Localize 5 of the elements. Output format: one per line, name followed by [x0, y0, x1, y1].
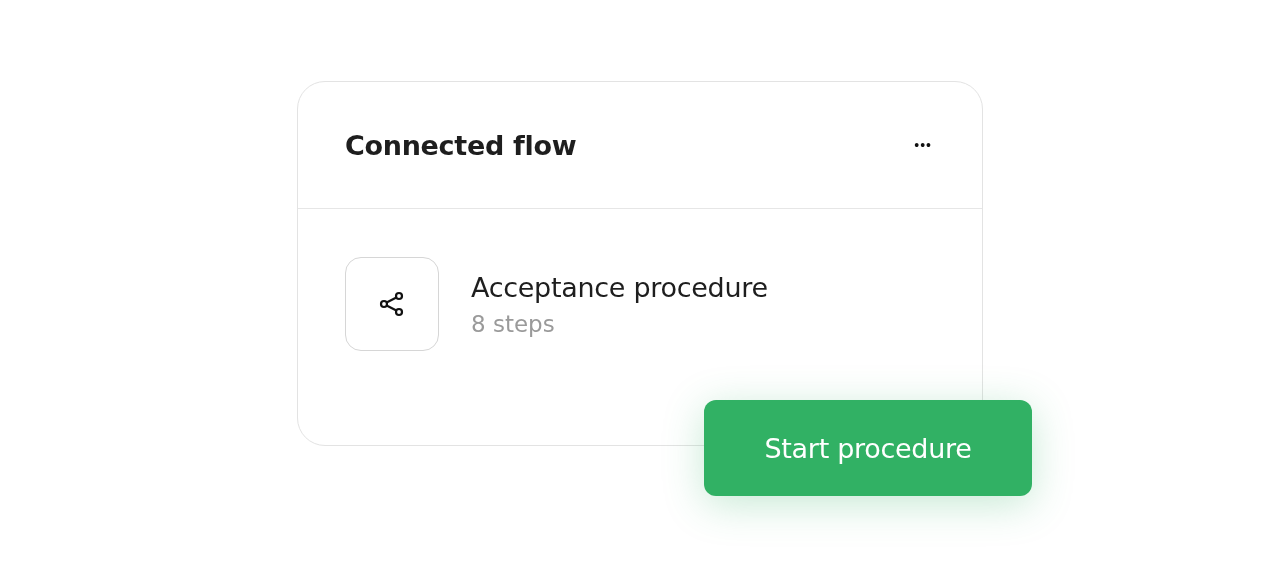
- share-icon: [378, 290, 406, 318]
- flow-name: Acceptance procedure: [471, 271, 768, 303]
- step-count: 8 steps: [471, 310, 556, 337]
- more-button[interactable]: •••: [910, 133, 936, 157]
- card-title: Connected flow: [345, 129, 577, 161]
